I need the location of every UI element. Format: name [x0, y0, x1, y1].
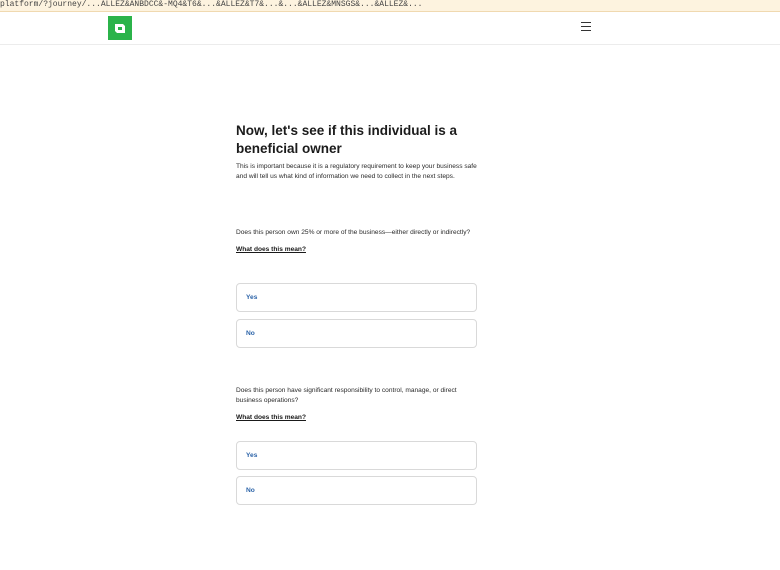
- top-navbar: [0, 12, 780, 45]
- address-bar-text: platform/?journey/...ALLEZ&ANBDCC&-MQ4&T…: [0, 0, 423, 9]
- control-yes-option[interactable]: Yes: [236, 441, 477, 470]
- ownership-no-option[interactable]: No: [236, 319, 477, 348]
- brand-logo[interactable]: [108, 16, 132, 40]
- ownership-yes-option[interactable]: Yes: [236, 283, 477, 312]
- logo-mark-icon: [108, 16, 132, 40]
- intro-text: This is important because it is a regula…: [236, 163, 477, 181]
- beneficial-owner-form: Now, let's see if this individual is a b…: [236, 122, 479, 505]
- page-title: Now, let's see if this individual is a b…: [236, 123, 458, 156]
- question-text: Does this person own 25% or more of the …: [236, 229, 471, 236]
- what-does-this-mean-link[interactable]: What does this mean?: [236, 414, 306, 421]
- what-does-this-mean-link[interactable]: What does this mean?: [236, 246, 306, 253]
- address-bar-strip: platform/?journey/...ALLEZ&ANBDCC&-MQ4&T…: [0, 0, 780, 12]
- question-text: Does this person have significant respon…: [236, 387, 457, 404]
- control-no-option[interactable]: No: [236, 476, 477, 505]
- hamburger-menu-icon[interactable]: [580, 22, 592, 34]
- ownership-question: Does this person own 25% or more of the …: [236, 228, 479, 256]
- control-question: Does this person have significant respon…: [236, 386, 479, 424]
